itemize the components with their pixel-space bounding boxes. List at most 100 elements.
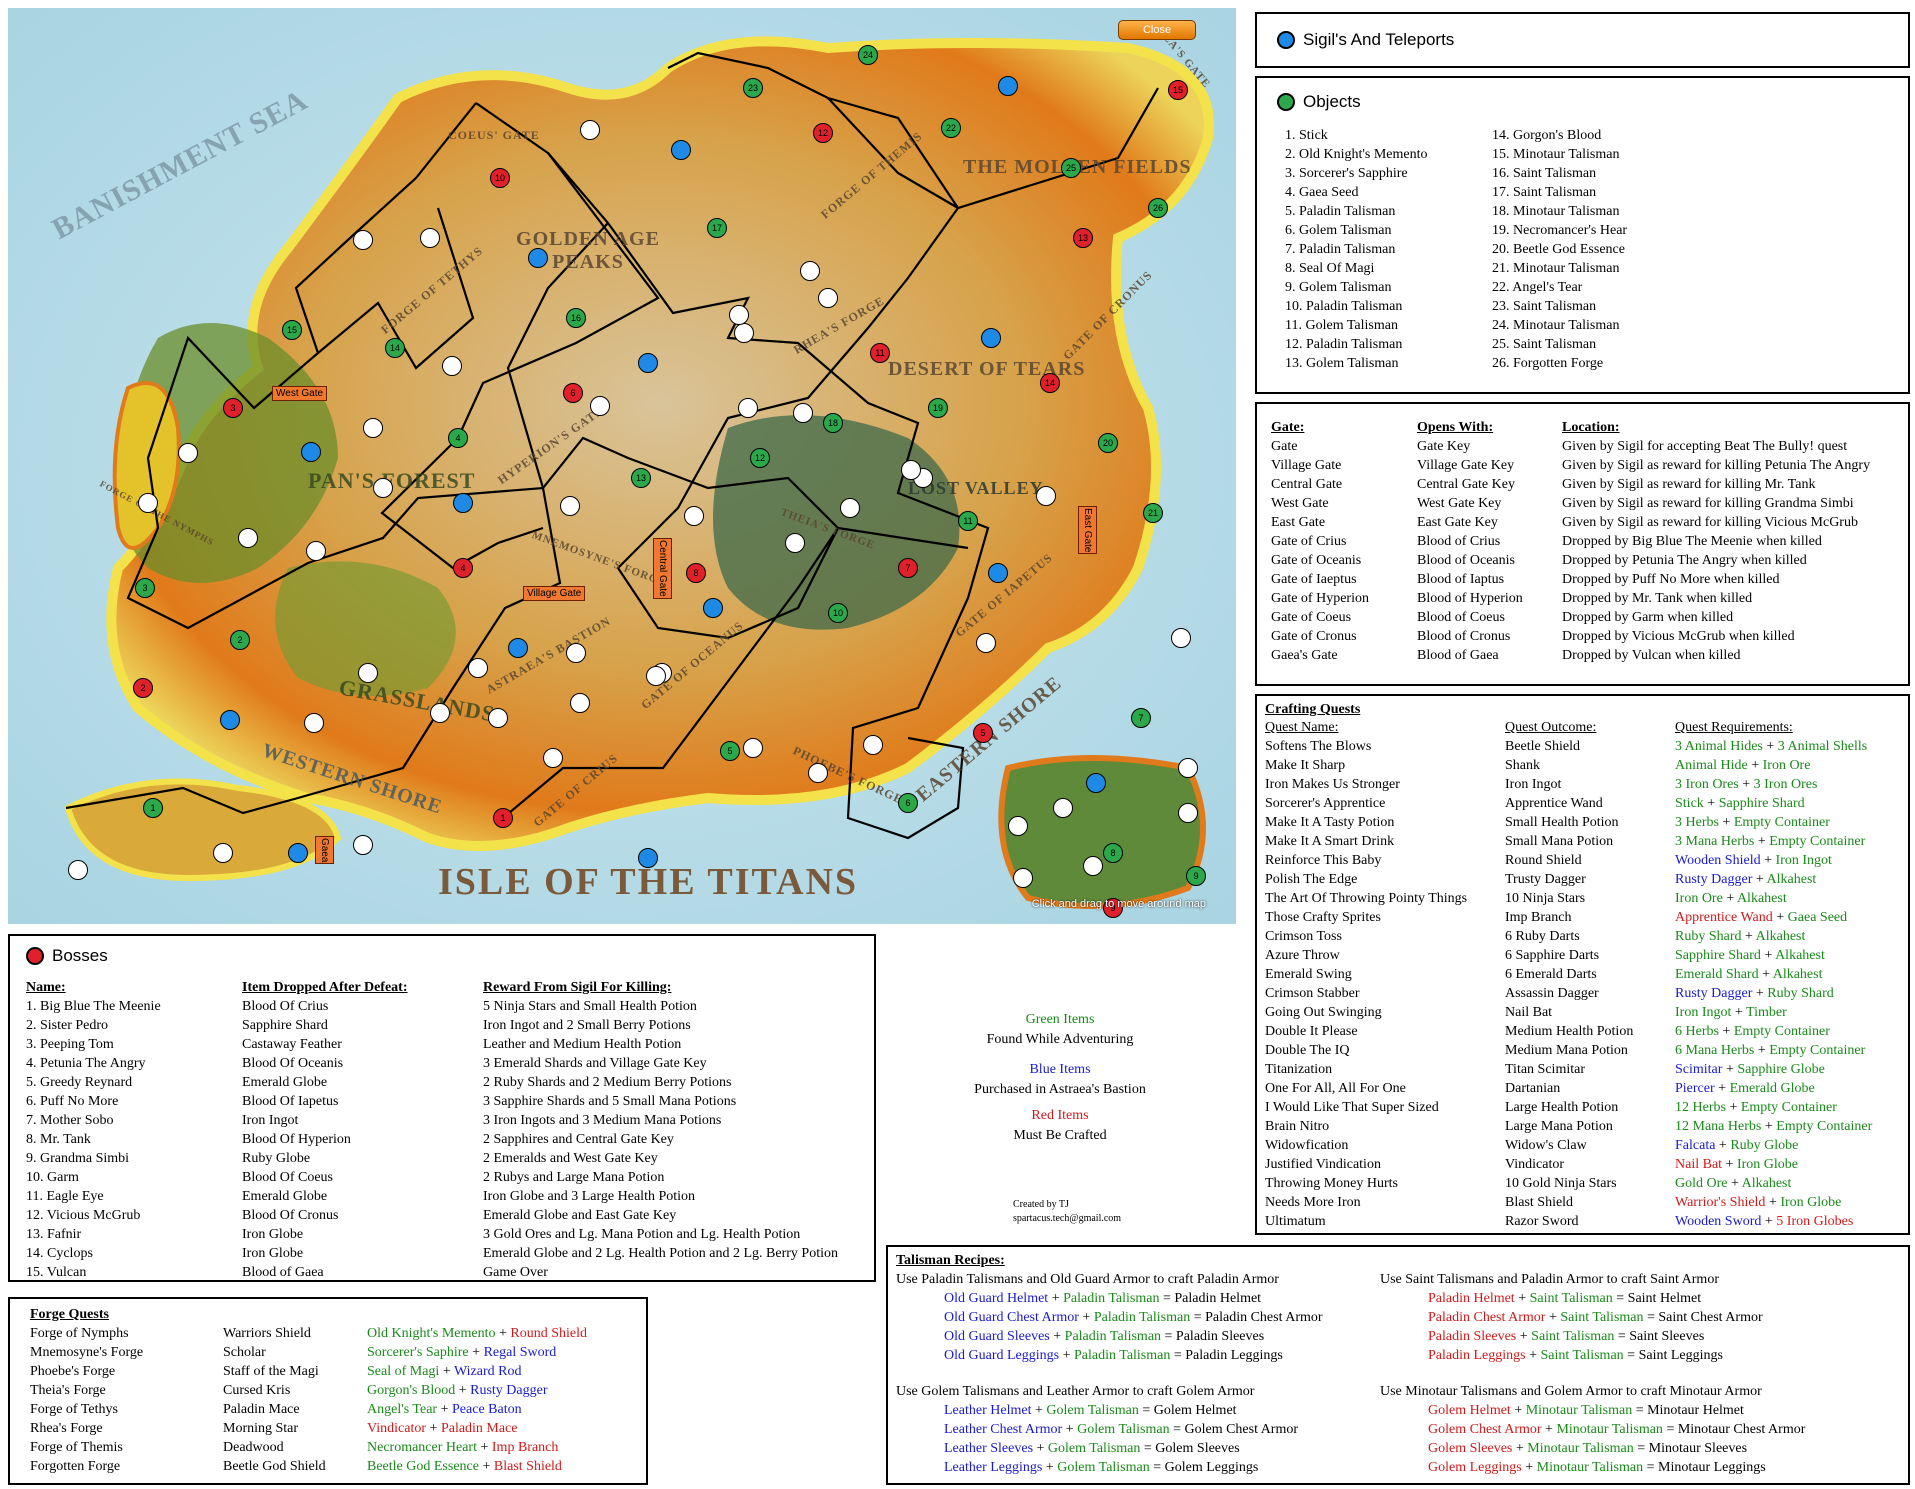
waypoint-marker[interactable] [560,496,580,516]
object-marker[interactable]: 4 [448,428,468,448]
object-marker[interactable]: 3 [135,578,155,598]
waypoint-marker[interactable] [901,460,921,480]
boss-marker[interactable]: 8 [686,563,706,583]
object-marker[interactable]: 18 [823,413,843,433]
waypoint-marker[interactable] [306,541,326,561]
object-marker[interactable]: 14 [385,338,405,358]
boss-marker[interactable]: 13 [1073,228,1093,248]
waypoint-marker[interactable] [304,713,324,733]
object-marker[interactable]: 7 [1131,708,1151,728]
waypoint-marker[interactable] [743,738,763,758]
sigil-teleport-marker[interactable] [638,353,658,373]
waypoint-marker[interactable] [1013,868,1033,888]
sigil-teleport-marker[interactable] [988,563,1008,583]
waypoint-marker[interactable] [800,261,820,281]
boss-marker[interactable]: 10 [490,168,510,188]
waypoint-marker[interactable] [353,835,373,855]
waypoint-marker[interactable] [734,323,754,343]
waypoint-marker[interactable] [213,843,233,863]
object-marker[interactable]: 20 [1098,433,1118,453]
sigil-teleport-marker[interactable] [981,328,1001,348]
object-marker[interactable]: 9 [1186,866,1206,886]
object-marker[interactable]: 11 [958,511,978,531]
waypoint-marker[interactable] [580,120,600,140]
sigil-teleport-marker[interactable] [528,248,548,268]
waypoint-marker[interactable] [570,693,590,713]
waypoint-marker[interactable] [430,703,450,723]
waypoint-marker[interactable] [358,663,378,683]
sigil-teleport-marker[interactable] [703,598,723,618]
object-marker[interactable]: 5 [720,741,740,761]
waypoint-marker[interactable] [840,498,860,518]
boss-marker[interactable]: 2 [133,678,153,698]
waypoint-marker[interactable] [646,666,666,686]
isle-map[interactable]: BANISHMENT SEA COEUS' GATE GOLDEN AGE PE… [8,8,1236,924]
waypoint-marker[interactable] [1178,803,1198,823]
waypoint-marker[interactable] [818,288,838,308]
sigil-teleport-marker[interactable] [288,843,308,863]
waypoint-marker[interactable] [138,493,158,513]
object-marker[interactable]: 23 [743,78,763,98]
waypoint-marker[interactable] [1171,628,1191,648]
waypoint-marker[interactable] [178,443,198,463]
waypoint-marker[interactable] [738,398,758,418]
waypoint-marker[interactable] [684,506,704,526]
boss-marker[interactable]: 7 [898,558,918,578]
waypoint-marker[interactable] [468,658,488,678]
waypoint-marker[interactable] [808,763,828,783]
waypoint-marker[interactable] [420,228,440,248]
waypoint-marker[interactable] [363,418,383,438]
object-marker[interactable]: 15 [282,320,302,340]
sigil-teleport-marker[interactable] [220,710,240,730]
waypoint-marker[interactable] [1083,856,1103,876]
waypoint-marker[interactable] [863,735,883,755]
waypoint-marker[interactable] [1053,798,1073,818]
sigil-teleport-marker[interactable] [1086,773,1106,793]
sigil-teleport-marker[interactable] [301,442,321,462]
waypoint-marker[interactable] [785,533,805,553]
object-marker[interactable]: 16 [566,308,586,328]
object-marker[interactable]: 19 [928,398,948,418]
object-marker[interactable]: 10 [828,603,848,623]
object-marker[interactable]: 22 [941,118,961,138]
object-marker[interactable]: 26 [1148,198,1168,218]
sigil-teleport-marker[interactable] [671,140,691,160]
boss-marker[interactable]: 1 [493,808,513,828]
object-marker[interactable]: 17 [707,218,727,238]
waypoint-marker[interactable] [353,230,373,250]
sigil-teleport-marker[interactable] [638,848,658,868]
boss-marker[interactable]: 6 [563,383,583,403]
waypoint-marker[interactable] [488,708,508,728]
sigil-teleport-marker[interactable] [508,638,528,658]
object-marker[interactable]: 6 [898,793,918,813]
object-marker[interactable]: 2 [230,630,250,650]
object-marker[interactable]: 21 [1143,503,1163,523]
waypoint-marker[interactable] [729,305,749,325]
boss-marker[interactable]: 11 [870,343,890,363]
waypoint-marker[interactable] [1036,486,1056,506]
waypoint-marker[interactable] [543,748,563,768]
boss-marker[interactable]: 5 [973,723,993,743]
waypoint-marker[interactable] [1008,816,1028,836]
waypoint-marker[interactable] [976,633,996,653]
object-marker[interactable]: 13 [631,468,651,488]
waypoint-marker[interactable] [793,403,813,423]
waypoint-marker[interactable] [238,528,258,548]
boss-marker[interactable]: 15 [1168,80,1188,100]
boss-marker[interactable]: 14 [1040,373,1060,393]
waypoint-marker[interactable] [590,396,610,416]
boss-marker[interactable]: 12 [813,123,833,143]
waypoint-marker[interactable] [442,356,462,376]
object-marker[interactable]: 1 [143,798,163,818]
object-marker[interactable]: 24 [858,45,878,65]
sigil-teleport-marker[interactable] [998,76,1018,96]
boss-marker[interactable]: 3 [223,398,243,418]
sigil-teleport-marker[interactable] [453,493,473,513]
waypoint-marker[interactable] [373,478,393,498]
waypoint-marker[interactable] [566,643,586,663]
waypoint-marker[interactable] [1178,758,1198,778]
object-marker[interactable]: 8 [1103,843,1123,863]
boss-marker[interactable]: 4 [453,558,473,578]
object-marker[interactable]: 12 [750,448,770,468]
object-marker[interactable]: 25 [1061,158,1081,178]
